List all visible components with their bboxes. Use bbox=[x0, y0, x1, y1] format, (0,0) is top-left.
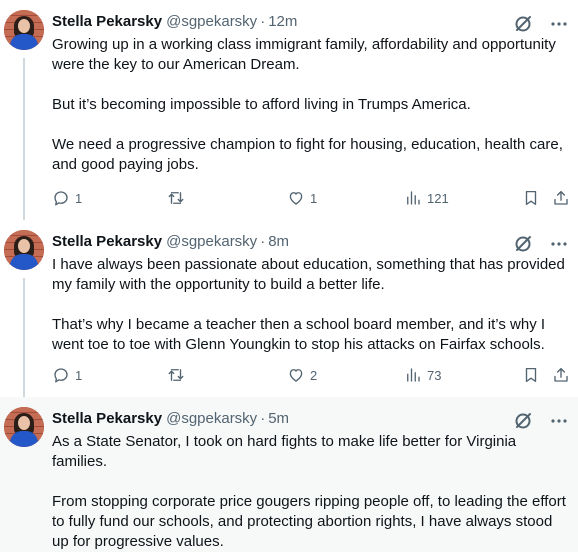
retweet-button[interactable] bbox=[167, 189, 185, 207]
tweet[interactable]: Stella Pekarsky @sgpekarsky · 12m Growin… bbox=[0, 0, 578, 228]
tweet[interactable]: Stella Pekarsky @sgpekarsky · 8m I have … bbox=[0, 220, 578, 402]
timestamp[interactable]: 12m bbox=[268, 13, 297, 30]
reply-icon bbox=[54, 368, 68, 383]
avatar[interactable] bbox=[4, 407, 44, 447]
grok-icon[interactable] bbox=[512, 233, 534, 255]
tweet-header: Stella Pekarsky @sgpekarsky · 12m bbox=[52, 13, 297, 33]
author-handle[interactable]: @sgpekarsky bbox=[166, 233, 257, 250]
grok-icon[interactable] bbox=[512, 13, 534, 35]
views-count: 121 bbox=[427, 190, 449, 206]
reply-count: 1 bbox=[75, 367, 83, 383]
tweet-paragraph: That’s why I became a teacher then a sch… bbox=[52, 316, 546, 353]
more-icon[interactable] bbox=[548, 13, 570, 35]
heart-icon bbox=[289, 192, 303, 205]
views-button[interactable]: 73 bbox=[404, 366, 441, 384]
reply-count: 1 bbox=[75, 190, 83, 206]
author-name[interactable]: Stella Pekarsky bbox=[52, 13, 162, 30]
bookmark-icon bbox=[525, 190, 537, 206]
reply-button[interactable]: 1 bbox=[52, 366, 82, 384]
like-button[interactable]: 1 bbox=[287, 189, 317, 207]
tweet-paragraph: I have always been passionate about educ… bbox=[52, 256, 565, 293]
tweet-paragraph: But it’s becoming impossible to afford l… bbox=[52, 96, 471, 113]
separator-dot: · bbox=[260, 13, 266, 30]
tweet-text: Growing up in a working class immigrant … bbox=[52, 35, 568, 175]
tweet-paragraph: Growing up in a working class immigrant … bbox=[52, 36, 556, 73]
like-count: 2 bbox=[310, 367, 318, 383]
retweet-button[interactable] bbox=[167, 366, 185, 384]
like-button[interactable]: 2 bbox=[287, 366, 317, 384]
views-button[interactable]: 121 bbox=[404, 189, 449, 207]
author-handle[interactable]: @sgpekarsky bbox=[166, 410, 257, 427]
retweet-icon bbox=[168, 369, 184, 381]
tweet-text: As a State Senator, I took on hard fight… bbox=[52, 432, 568, 552]
tweet-highlighted[interactable]: Stella Pekarsky @sgpekarsky · 5m As a St… bbox=[0, 397, 578, 552]
thread-line bbox=[23, 278, 25, 402]
avatar[interactable] bbox=[4, 10, 44, 50]
author-name[interactable]: Stella Pekarsky bbox=[52, 410, 162, 427]
more-icon[interactable] bbox=[548, 410, 570, 432]
reply-button[interactable]: 1 bbox=[52, 189, 82, 207]
tweet-paragraph: As a State Senator, I took on hard fight… bbox=[52, 433, 517, 470]
grok-icon[interactable] bbox=[512, 410, 534, 432]
separator-dot: · bbox=[260, 410, 266, 427]
timestamp[interactable]: 8m bbox=[268, 233, 289, 250]
more-icon[interactable] bbox=[548, 233, 570, 255]
avatar[interactable] bbox=[4, 230, 44, 270]
like-count: 1 bbox=[310, 190, 318, 206]
action-bar: 1 1 121 bbox=[52, 187, 572, 209]
timestamp[interactable]: 5m bbox=[268, 410, 289, 427]
bookmark-button[interactable] bbox=[522, 189, 540, 207]
views-icon bbox=[407, 191, 420, 205]
share-icon bbox=[554, 190, 568, 205]
tweet-text: I have always been passionate about educ… bbox=[52, 255, 568, 355]
thread-line bbox=[23, 58, 25, 228]
separator-dot: · bbox=[260, 233, 266, 250]
author-handle[interactable]: @sgpekarsky bbox=[166, 13, 257, 30]
tweet-paragraph: From stopping corporate price gougers ri… bbox=[52, 493, 566, 550]
share-icon bbox=[554, 367, 568, 382]
share-button[interactable] bbox=[552, 366, 570, 384]
tweet-header: Stella Pekarsky @sgpekarsky · 8m bbox=[52, 233, 289, 253]
reply-icon bbox=[54, 191, 68, 206]
action-bar: 1 2 73 bbox=[52, 364, 572, 386]
tweet-header: Stella Pekarsky @sgpekarsky · 5m bbox=[52, 410, 289, 430]
views-icon bbox=[407, 368, 420, 382]
bookmark-button[interactable] bbox=[522, 366, 540, 384]
views-count: 73 bbox=[427, 367, 442, 383]
share-button[interactable] bbox=[552, 189, 570, 207]
retweet-icon bbox=[168, 192, 184, 204]
bookmark-icon bbox=[525, 367, 537, 383]
author-name[interactable]: Stella Pekarsky bbox=[52, 233, 162, 250]
heart-icon bbox=[289, 369, 303, 382]
tweet-paragraph: We need a progressive champion to fight … bbox=[52, 136, 563, 173]
